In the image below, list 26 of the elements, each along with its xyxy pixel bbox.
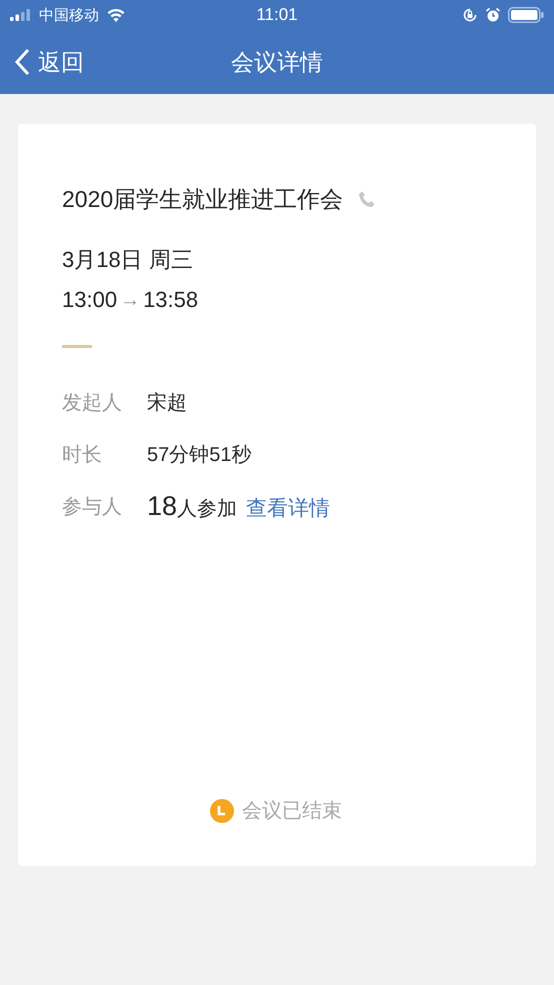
back-icon <box>14 48 30 76</box>
participant-text: 人参加 <box>177 496 238 522</box>
field-label: 时长 <box>62 442 103 468</box>
start-time: 13:00 <box>62 287 118 313</box>
meeting-status: 会议已结束 <box>242 799 342 824</box>
participant-count: 18 <box>147 490 178 522</box>
clock-time: 11:01 <box>256 5 298 25</box>
clock-icon <box>210 798 234 822</box>
rotation-lock-icon <box>462 7 478 23</box>
back-button[interactable]: 返回 <box>0 46 84 78</box>
arrow-text: → <box>119 288 142 312</box>
signal-icon <box>10 9 32 21</box>
field-label: 发起人 <box>62 390 123 416</box>
page-title: 会议详情 <box>231 48 323 76</box>
field-value: 57分钟51秒 <box>147 442 252 468</box>
carrier-name: 中国移动 <box>39 6 99 24</box>
end-time: 13:58 <box>143 287 198 313</box>
field-label: 参与人 <box>62 494 123 520</box>
meeting-title: 2020届学生就业推进工作会 <box>62 185 344 214</box>
phone-icon <box>357 190 378 210</box>
field-value: 宋超 <box>147 390 187 416</box>
alarm-icon <box>485 7 501 23</box>
meeting-date: 3月18日 周三 <box>62 246 194 274</box>
details-link[interactable]: 查看详情 <box>246 494 330 522</box>
wifi-icon <box>106 8 126 22</box>
battery-icon <box>508 7 544 23</box>
